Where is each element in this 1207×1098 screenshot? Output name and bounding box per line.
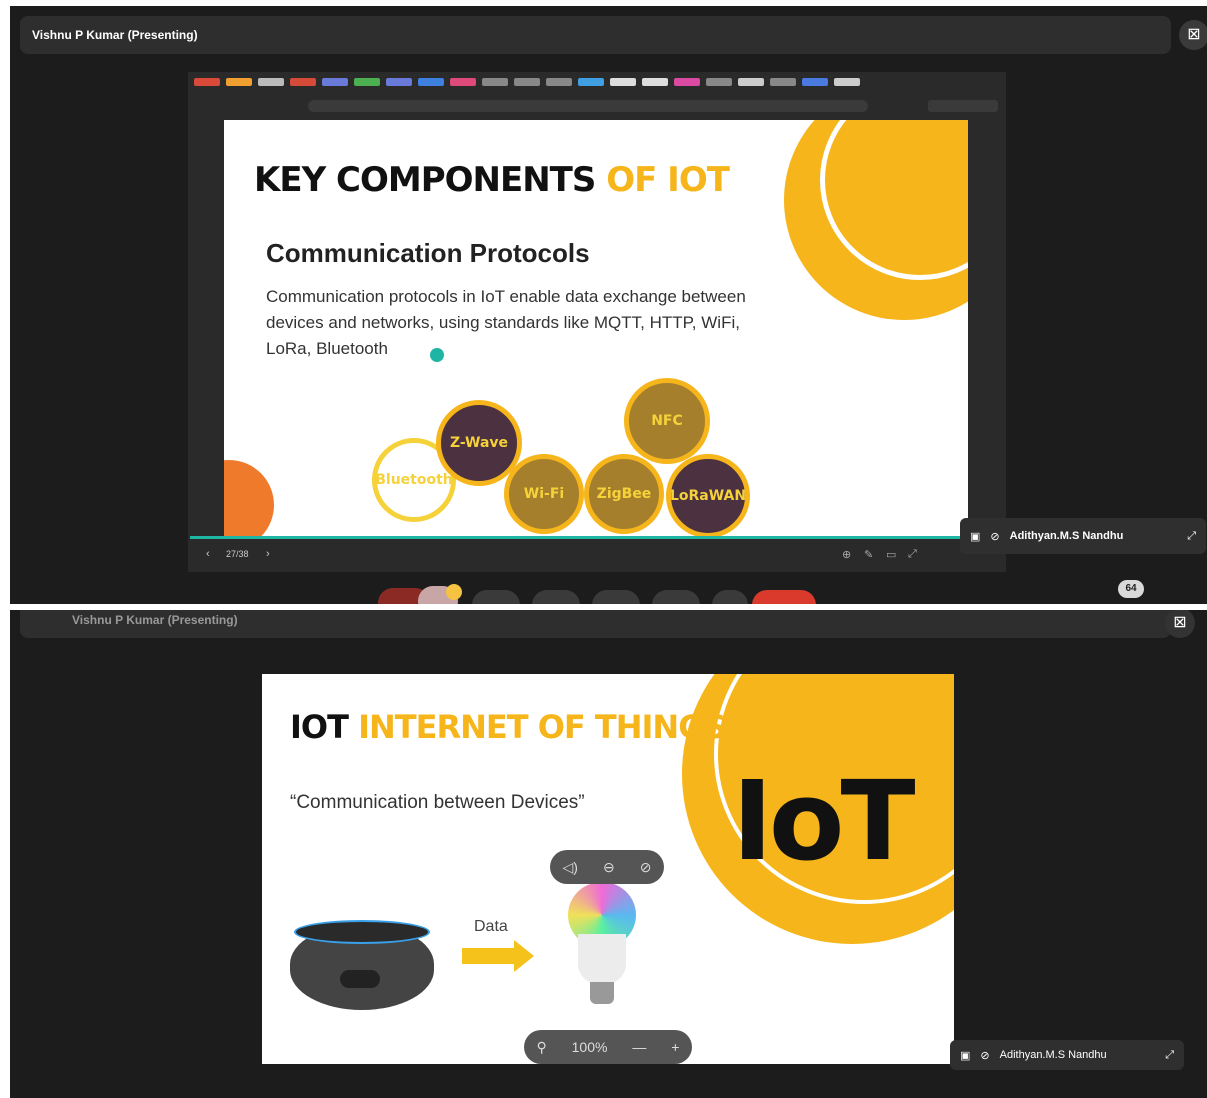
slide-body: Communication protocols in IoT enable da… — [266, 287, 746, 358]
prev-slide-button[interactable]: ‹ — [206, 548, 210, 560]
participant-name-bottom: Adithyan.M.S Nandhu — [999, 1049, 1107, 1061]
bubble-lorawan: LoRaWAN — [666, 454, 750, 536]
video-overlay-controls: ◁) ⊖ ⊘ — [550, 850, 664, 884]
camera-off-icon: ⊘ — [990, 530, 1000, 543]
bottom-meet-panel: Vishnu P Kumar (Presenting) ⊠ IOT INTERN… — [10, 610, 1207, 1098]
participant-count-badge[interactable]: 64 — [1118, 580, 1144, 598]
slide-key-components: KEY COMPONENTS OF IOT Communication Prot… — [224, 120, 968, 536]
leave-call-button[interactable] — [752, 590, 816, 604]
participant-name: Adithyan.M.S Nandhu — [1009, 530, 1124, 542]
presenter-name: Vishnu P Kumar (Presenting) — [32, 28, 198, 42]
slide-title: KEY COMPONENTS OF IOT — [254, 160, 730, 200]
slide-internet-of-things: IOT INTERNET OF THINGS “Communication be… — [262, 674, 954, 1064]
slideshow-progress — [190, 536, 968, 539]
camera-off-icon-3: ⊘ — [980, 1049, 990, 1062]
participant-count: 64 — [1125, 583, 1137, 594]
orange-circle-decor — [224, 460, 274, 536]
present-icon-2: ▣ — [960, 1049, 971, 1062]
zoom-level: 100% — [571, 1039, 608, 1055]
raise-hand-button[interactable] — [652, 590, 700, 604]
plus-icon[interactable]: + — [671, 1039, 679, 1055]
browser-toolbar-icons[interactable] — [928, 100, 998, 112]
data-arrow-head — [514, 940, 534, 972]
data-arrow — [462, 948, 516, 964]
page-indicator: 27/38 — [226, 549, 249, 559]
data-label: Data — [474, 918, 508, 935]
presenter-bar: Vishnu P Kumar (Presenting) — [20, 16, 1171, 54]
browser-tab-strip[interactable] — [194, 78, 1000, 90]
bubble-wifi: Wi-Fi — [504, 454, 584, 534]
iot-logo: IoT — [732, 757, 916, 885]
present-icon: ▣ — [970, 530, 981, 543]
title-yellow-part: OF IOT — [606, 160, 730, 200]
pointer-icon[interactable]: ✎ — [864, 548, 873, 561]
fullscreen-icon[interactable]: ⤢ — [908, 548, 917, 561]
laser-pointer — [430, 348, 444, 362]
participant-tile-bottom[interactable]: ▣ ⊘ Adithyan.M.S Nandhu ⤢ — [950, 1040, 1184, 1070]
participant-tile[interactable]: ▣ ⊘ Adithyan.M.S Nandhu ⤢ — [960, 518, 1206, 554]
minus-circle-icon[interactable]: ⊖ — [603, 859, 615, 876]
zoom-out-icon[interactable]: ⚲ — [536, 1039, 546, 1056]
top-meet-panel: Vishnu P Kumar (Presenting) ⊠ KEY COMPON… — [10, 6, 1207, 604]
title-black-part: KEY COMPONENTS — [254, 160, 596, 200]
emoji-button[interactable] — [532, 590, 580, 604]
captions-button[interactable] — [472, 590, 520, 604]
slideshow-controls: ‹ 27/38 › ⊕ ✎ ▭ ⤢ — [190, 540, 1006, 570]
presenter-name-bottom: Vishnu P Kumar (Presenting) — [72, 613, 238, 627]
expand-icon-2[interactable]: ⤢ — [1165, 1049, 1174, 1062]
more-button[interactable] — [712, 590, 748, 604]
title-black-part-2: IOT — [290, 708, 349, 746]
captions-icon[interactable]: ▭ — [886, 548, 896, 561]
pin-icon[interactable]: ⊠ — [1179, 20, 1207, 50]
slide-quote: “Communication between Devices” — [290, 792, 585, 813]
slide-title-2: IOT INTERNET OF THINGS — [290, 708, 727, 746]
speaker-icon[interactable]: ◁) — [563, 859, 578, 876]
presenter-bar-bottom: Vishnu P Kumar (Presenting) — [20, 610, 1171, 638]
notification-badge — [446, 584, 462, 600]
camera-off-icon-2[interactable]: ⊘ — [640, 859, 652, 876]
bubble-zigbee: ZigBee — [584, 454, 664, 534]
smart-speaker-image — [290, 914, 434, 1010]
present-button[interactable] — [592, 590, 640, 604]
zoom-control: ⚲ 100% — + — [524, 1030, 692, 1064]
pin-icon-bottom[interactable]: ⊠ — [1165, 610, 1195, 638]
zoom-minus-button[interactable]: — — [632, 1039, 646, 1055]
title-yellow-part-2: INTERNET OF THINGS — [358, 708, 726, 746]
next-slide-button[interactable]: › — [266, 548, 270, 560]
zoom-in-icon[interactable]: ⊕ — [842, 548, 851, 561]
slide-heading: Communication Protocols — [266, 238, 590, 268]
bubble-nfc: NFC — [624, 378, 710, 464]
address-bar[interactable] — [308, 100, 868, 112]
expand-icon[interactable]: ⤢ — [1187, 530, 1196, 543]
smart-bulb-image — [568, 882, 636, 1012]
